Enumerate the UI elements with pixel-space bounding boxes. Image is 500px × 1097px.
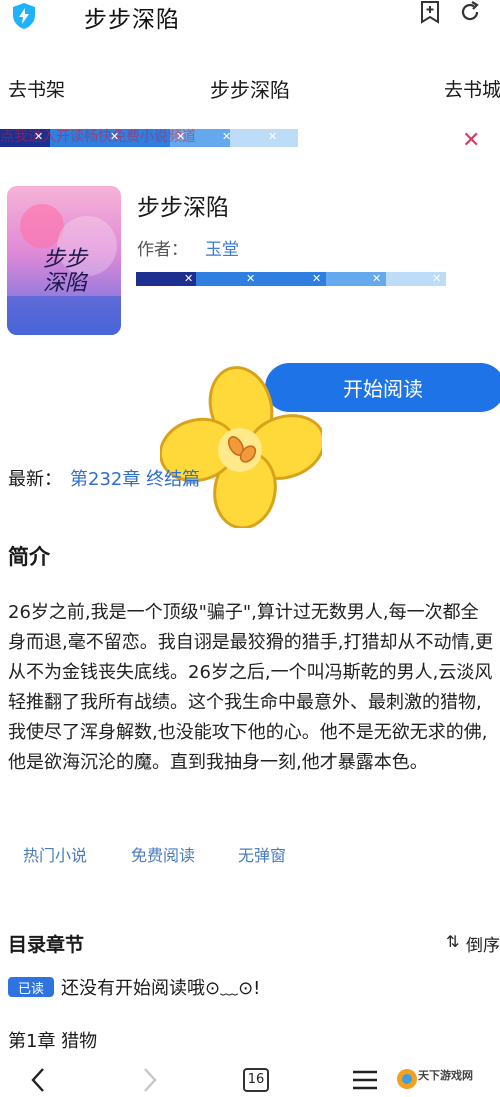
sort-reverse-button[interactable]: 倒序 xyxy=(466,931,500,956)
ad-bar[interactable]: ✕ ✕ ✕ ✕ ✕ xyxy=(136,272,446,286)
ad-text: 点我进入开读畅快免费小说频道 xyxy=(0,129,196,145)
close-icon: ✕ xyxy=(184,272,194,285)
author-name-link[interactable]: 玉堂 xyxy=(205,235,239,260)
read-badge: 已读 xyxy=(8,977,54,997)
tag-free-reading[interactable]: 免费阅读 xyxy=(131,842,195,866)
latest-label: 最新： xyxy=(8,469,62,490)
go-to-bookshelf-link[interactable]: 去书架 xyxy=(8,75,65,102)
sort-icon[interactable]: ⇅ xyxy=(446,932,459,951)
shield-icon[interactable] xyxy=(10,2,38,30)
close-icon: ✕ xyxy=(110,130,120,143)
close-icon: ✕ xyxy=(176,130,186,143)
book-cover-image[interactable]: 步步 深陷 xyxy=(7,186,121,335)
go-to-bookstore-link[interactable]: 去书城 xyxy=(444,75,500,102)
toc-heading: 目录章节 xyxy=(8,934,85,956)
ad-close-icon[interactable]: ✕ xyxy=(462,128,480,153)
close-icon: ✕ xyxy=(312,272,322,285)
nav-book-title: 步步深陷 xyxy=(210,78,290,102)
svg-text:深陷: 深陷 xyxy=(43,271,89,296)
flower-sticker xyxy=(160,366,322,528)
forward-icon[interactable] xyxy=(140,1066,160,1094)
bookmark-add-icon[interactable] xyxy=(418,0,442,24)
menu-icon[interactable] xyxy=(352,1069,378,1091)
close-icon: ✕ xyxy=(222,130,232,143)
close-icon: ✕ xyxy=(432,272,442,285)
author-label: 作者： xyxy=(137,240,188,260)
ad-banner[interactable]: 点我进入开读畅快免费小说频道 ✕ ✕ ✕ ✕ ✕ xyxy=(0,129,298,147)
app-title: 步步深陷 xyxy=(84,7,180,33)
tabs-icon[interactable]: 16 xyxy=(243,1068,269,1092)
back-icon[interactable] xyxy=(28,1066,48,1094)
svg-text:步步: 步步 xyxy=(43,247,89,272)
close-icon: ✕ xyxy=(34,130,44,143)
close-icon: ✕ xyxy=(372,272,382,285)
close-icon: ✕ xyxy=(246,272,256,285)
watermark-text: 天下游戏网 xyxy=(418,1069,473,1082)
intro-text: 26岁之前,我是一个顶级"骗子",算计过无数男人,每一次都全身而退,毫不留恋。我… xyxy=(8,602,494,773)
tag-no-popup[interactable]: 无弹窗 xyxy=(238,842,286,866)
chapter-item[interactable]: 第1章 猎物 xyxy=(8,1027,97,1053)
watermark-logo: 天下游戏网 xyxy=(396,1063,496,1095)
intro-heading: 简介 xyxy=(8,545,50,569)
tag-hot-novels[interactable]: 热门小说 xyxy=(23,842,87,866)
book-title: 步步深陷 xyxy=(137,195,229,221)
refresh-icon[interactable] xyxy=(458,0,482,24)
latest-chapter-link[interactable]: 第232章 终结篇 xyxy=(70,465,200,491)
close-icon: ✕ xyxy=(268,130,278,143)
reading-status-text: 还没有开始阅读哦⊙﹏⊙! xyxy=(61,978,261,999)
